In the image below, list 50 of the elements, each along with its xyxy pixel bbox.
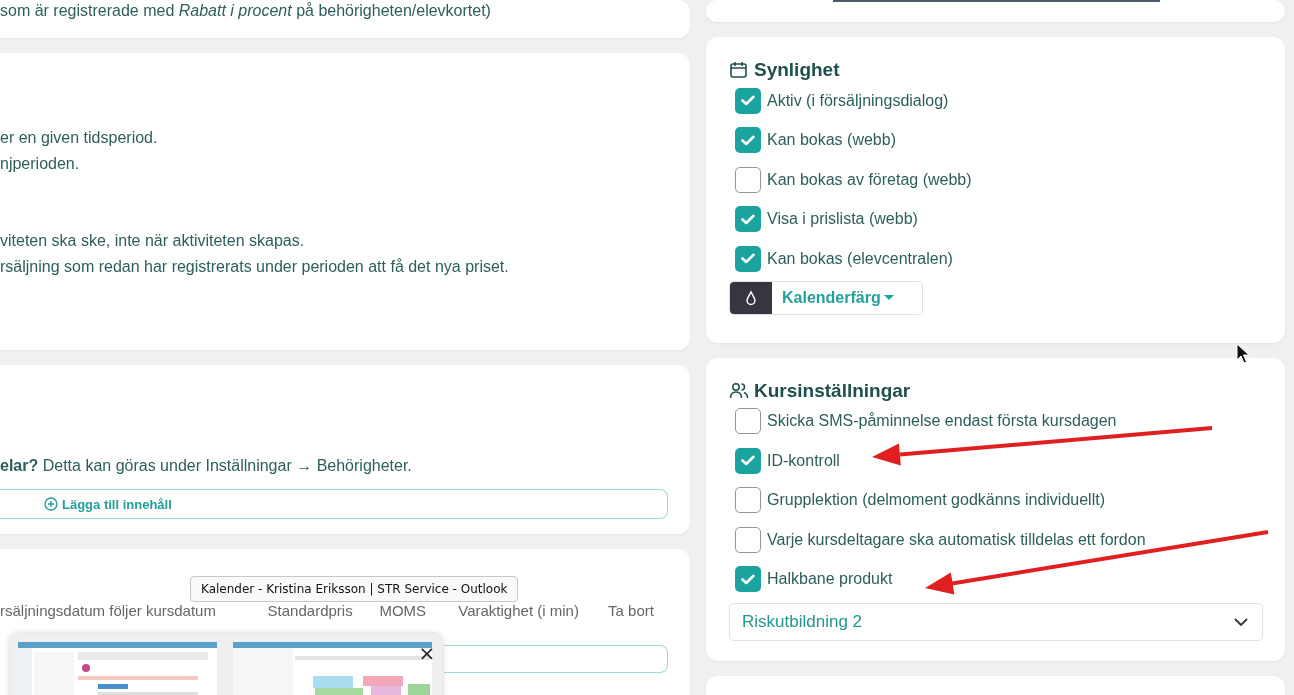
checkbox-label[interactable]: Skicka SMS-påminnelse endast första kursdagen [767, 412, 1117, 431]
permissions-note: elar? Detta kan göras under Inställningar → Behörigheter. [0, 457, 413, 475]
checkbox-label[interactable]: Varje kursdeltagare ska automatisk tilldelas ett fordon [767, 530, 1146, 549]
checkbox[interactable] [735, 447, 761, 474]
check-icon [741, 95, 755, 107]
info-text: er en given tidsperiod. [0, 129, 159, 147]
checkbox[interactable] [735, 127, 761, 154]
section-title: Synlighet [754, 59, 840, 81]
checkbox[interactable] [735, 408, 761, 435]
tooltip: Kalender - Kristina Eriksson | STR Service - Outlook [190, 576, 519, 602]
checkbox[interactable] [735, 166, 761, 193]
close-button[interactable]: × [414, 642, 440, 664]
checkbox-label[interactable]: Halkbane produkt [767, 570, 893, 589]
drop-icon [745, 289, 757, 306]
checkbox[interactable] [735, 87, 761, 114]
chevron-down-icon [1234, 618, 1248, 626]
checkbox-label[interactable]: ID-kontroll [767, 451, 840, 470]
discount-note: som är registrerade med Rabatt i procent på behörigheten/elevkortet) [0, 2, 492, 20]
check-icon [741, 134, 755, 146]
checkbox[interactable] [735, 487, 761, 514]
checkbox-label[interactable]: Visa i prislista (webb) [767, 210, 918, 229]
info-text: rsäljning som redan har registrerats under perioden att få det nya priset. [0, 258, 510, 276]
checkbox[interactable] [735, 206, 761, 233]
checkbox[interactable] [735, 245, 761, 272]
plus-circle-icon [44, 497, 58, 511]
check-icon [741, 213, 755, 225]
checkbox-label[interactable]: Kan bokas (webb) [767, 131, 896, 150]
checkbox-label[interactable]: Aktiv (i försäljningsdialog) [767, 91, 949, 110]
calendar-icon [729, 60, 749, 80]
info-text: njperioden. [0, 155, 81, 173]
caret-icon [883, 294, 894, 301]
input-field[interactable] [444, 645, 668, 673]
checkbox[interactable] [735, 566, 761, 593]
info-text: viteten ska ske, inte när aktiviteten skapas. [0, 232, 306, 250]
checkbox-label[interactable]: Kan bokas av företag (webb) [767, 170, 972, 189]
column-header: Varaktighet (i min) [458, 602, 579, 619]
column-header: Ta bort [608, 602, 654, 619]
check-icon [741, 455, 755, 467]
column-header: rsäljningsdatum följer kursdatum [0, 602, 216, 619]
column-header: MOMS [379, 602, 427, 619]
product-select[interactable]: Riskutbildning 2 [729, 603, 1263, 641]
checkbox[interactable] [735, 526, 761, 553]
check-icon [741, 253, 755, 265]
color-swatch[interactable] [730, 281, 772, 314]
check-icon [741, 573, 755, 585]
checkbox-label[interactable]: Grupplektion (delmoment godkänns individuellt) [767, 491, 1105, 510]
section-title: Kursinställningar [754, 379, 911, 402]
column-header: Standardpris [267, 602, 353, 619]
users-icon [729, 380, 749, 401]
checkbox-label[interactable]: Kan bokas (elevcentralen) [767, 249, 953, 268]
